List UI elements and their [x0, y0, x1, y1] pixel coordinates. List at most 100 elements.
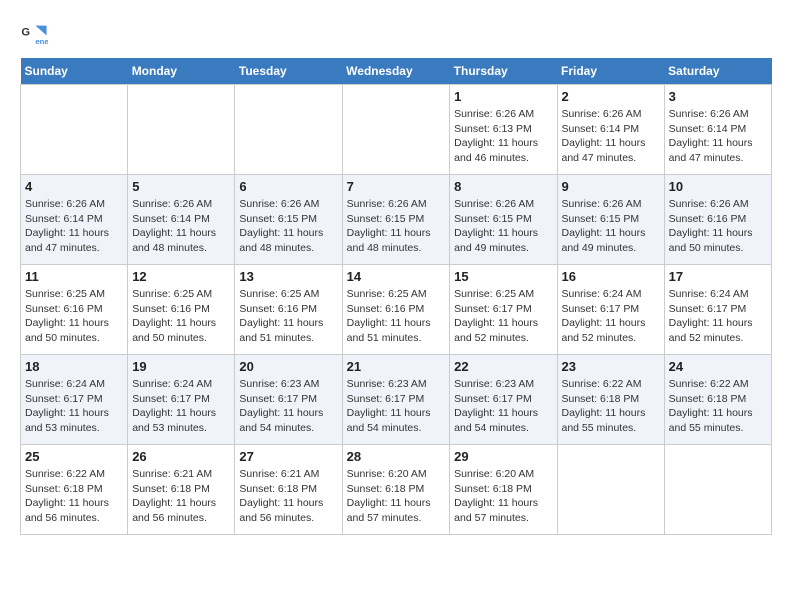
- calendar-cell: 4 Sunrise: 6:26 AM Sunset: 6:14 PM Daylig…: [21, 175, 128, 265]
- calendar-cell: [235, 85, 342, 175]
- calendar-cell: 15 Sunrise: 6:25 AM Sunset: 6:17 PM Dayli…: [450, 265, 557, 355]
- calendar-cell: 14 Sunrise: 6:25 AM Sunset: 6:16 PM Dayli…: [342, 265, 450, 355]
- day-number: 23: [562, 359, 660, 374]
- day-info: Sunrise: 6:21 AM Sunset: 6:18 PM Dayligh…: [239, 467, 337, 526]
- calendar-cell: 13 Sunrise: 6:25 AM Sunset: 6:16 PM Dayli…: [235, 265, 342, 355]
- day-info: Sunrise: 6:25 AM Sunset: 6:16 PM Dayligh…: [239, 287, 337, 346]
- page-header: G eneralBlue: [20, 20, 772, 48]
- header-sunday: Sunday: [21, 58, 128, 85]
- day-number: 24: [669, 359, 767, 374]
- day-number: 22: [454, 359, 552, 374]
- calendar-cell: 2 Sunrise: 6:26 AM Sunset: 6:14 PM Daylig…: [557, 85, 664, 175]
- day-info: Sunrise: 6:26 AM Sunset: 6:15 PM Dayligh…: [562, 197, 660, 256]
- day-number: 29: [454, 449, 552, 464]
- day-number: 20: [239, 359, 337, 374]
- calendar-cell: 5 Sunrise: 6:26 AM Sunset: 6:14 PM Daylig…: [128, 175, 235, 265]
- header-wednesday: Wednesday: [342, 58, 450, 85]
- calendar-week-5: 25 Sunrise: 6:22 AM Sunset: 6:18 PM Dayli…: [21, 445, 772, 535]
- logo: G eneralBlue: [20, 20, 52, 48]
- day-info: Sunrise: 6:26 AM Sunset: 6:13 PM Dayligh…: [454, 107, 552, 166]
- calendar-cell: 29 Sunrise: 6:20 AM Sunset: 6:18 PM Dayli…: [450, 445, 557, 535]
- header-monday: Monday: [128, 58, 235, 85]
- day-number: 6: [239, 179, 337, 194]
- day-info: Sunrise: 6:26 AM Sunset: 6:15 PM Dayligh…: [347, 197, 446, 256]
- calendar-cell: 3Sunrise: 6:26 AM Sunset: 6:14 PM Daylig…: [664, 85, 771, 175]
- calendar-cell: 20 Sunrise: 6:23 AM Sunset: 6:17 PM Dayli…: [235, 355, 342, 445]
- day-number: 21: [347, 359, 446, 374]
- calendar-cell: 9 Sunrise: 6:26 AM Sunset: 6:15 PM Daylig…: [557, 175, 664, 265]
- calendar-cell: 24 Sunrise: 6:22 AM Sunset: 6:18 PM Dayli…: [664, 355, 771, 445]
- day-info: Sunrise: 6:24 AM Sunset: 6:17 PM Dayligh…: [132, 377, 230, 436]
- calendar-table: SundayMondayTuesdayWednesdayThursdayFrid…: [20, 58, 772, 535]
- calendar-cell: 28 Sunrise: 6:20 AM Sunset: 6:18 PM Dayli…: [342, 445, 450, 535]
- day-info: Sunrise: 6:24 AM Sunset: 6:17 PM Dayligh…: [25, 377, 123, 436]
- day-number: 8: [454, 179, 552, 194]
- day-number: 5: [132, 179, 230, 194]
- day-number: 15: [454, 269, 552, 284]
- header-thursday: Thursday: [450, 58, 557, 85]
- calendar-cell: 19 Sunrise: 6:24 AM Sunset: 6:17 PM Dayli…: [128, 355, 235, 445]
- day-number: 14: [347, 269, 446, 284]
- calendar-cell: 18 Sunrise: 6:24 AM Sunset: 6:17 PM Dayli…: [21, 355, 128, 445]
- day-number: 7: [347, 179, 446, 194]
- day-info: Sunrise: 6:22 AM Sunset: 6:18 PM Dayligh…: [562, 377, 660, 436]
- day-number: 12: [132, 269, 230, 284]
- header-tuesday: Tuesday: [235, 58, 342, 85]
- calendar-cell: 23 Sunrise: 6:22 AM Sunset: 6:18 PM Dayli…: [557, 355, 664, 445]
- day-info: Sunrise: 6:24 AM Sunset: 6:17 PM Dayligh…: [562, 287, 660, 346]
- day-info: Sunrise: 6:23 AM Sunset: 6:17 PM Dayligh…: [454, 377, 552, 436]
- calendar-cell: 12 Sunrise: 6:25 AM Sunset: 6:16 PM Dayli…: [128, 265, 235, 355]
- day-number: 27: [239, 449, 337, 464]
- calendar-header-row: SundayMondayTuesdayWednesdayThursdayFrid…: [21, 58, 772, 85]
- calendar-cell: [557, 445, 664, 535]
- day-number: 11: [25, 269, 123, 284]
- day-info: Sunrise: 6:23 AM Sunset: 6:17 PM Dayligh…: [347, 377, 446, 436]
- calendar-cell: 6Sunrise: 6:26 AM Sunset: 6:15 PM Daylig…: [235, 175, 342, 265]
- day-number: 16: [562, 269, 660, 284]
- day-info: Sunrise: 6:20 AM Sunset: 6:18 PM Dayligh…: [454, 467, 552, 526]
- calendar-cell: 22 Sunrise: 6:23 AM Sunset: 6:17 PM Dayli…: [450, 355, 557, 445]
- calendar-cell: 27 Sunrise: 6:21 AM Sunset: 6:18 PM Dayli…: [235, 445, 342, 535]
- day-info: Sunrise: 6:26 AM Sunset: 6:14 PM Dayligh…: [562, 107, 660, 166]
- day-number: 28: [347, 449, 446, 464]
- calendar-cell: 26Sunrise: 6:21 AM Sunset: 6:18 PM Dayli…: [128, 445, 235, 535]
- day-info: Sunrise: 6:25 AM Sunset: 6:16 PM Dayligh…: [132, 287, 230, 346]
- day-number: 26: [132, 449, 230, 464]
- day-info: Sunrise: 6:26 AM Sunset: 6:14 PM Dayligh…: [132, 197, 230, 256]
- day-info: Sunrise: 6:26 AM Sunset: 6:15 PM Dayligh…: [454, 197, 552, 256]
- calendar-week-2: 4 Sunrise: 6:26 AM Sunset: 6:14 PM Daylig…: [21, 175, 772, 265]
- day-info: Sunrise: 6:25 AM Sunset: 6:16 PM Dayligh…: [25, 287, 123, 346]
- day-number: 18: [25, 359, 123, 374]
- day-info: Sunrise: 6:20 AM Sunset: 6:18 PM Dayligh…: [347, 467, 446, 526]
- day-info: Sunrise: 6:23 AM Sunset: 6:17 PM Dayligh…: [239, 377, 337, 436]
- calendar-cell: 10Sunrise: 6:26 AM Sunset: 6:16 PM Dayli…: [664, 175, 771, 265]
- day-number: 13: [239, 269, 337, 284]
- day-info: Sunrise: 6:25 AM Sunset: 6:17 PM Dayligh…: [454, 287, 552, 346]
- day-info: Sunrise: 6:25 AM Sunset: 6:16 PM Dayligh…: [347, 287, 446, 346]
- svg-text:G: G: [21, 26, 30, 38]
- day-number: 9: [562, 179, 660, 194]
- calendar-cell: 21 Sunrise: 6:23 AM Sunset: 6:17 PM Dayli…: [342, 355, 450, 445]
- calendar-cell: 1Sunrise: 6:26 AM Sunset: 6:13 PM Daylig…: [450, 85, 557, 175]
- calendar-cell: [21, 85, 128, 175]
- calendar-cell: 17Sunrise: 6:24 AM Sunset: 6:17 PM Dayli…: [664, 265, 771, 355]
- day-number: 19: [132, 359, 230, 374]
- day-info: Sunrise: 6:24 AM Sunset: 6:17 PM Dayligh…: [669, 287, 767, 346]
- day-number: 4: [25, 179, 123, 194]
- calendar-cell: [128, 85, 235, 175]
- calendar-cell: 16 Sunrise: 6:24 AM Sunset: 6:17 PM Dayli…: [557, 265, 664, 355]
- day-number: 25: [25, 449, 123, 464]
- day-info: Sunrise: 6:22 AM Sunset: 6:18 PM Dayligh…: [25, 467, 123, 526]
- calendar-cell: 25 Sunrise: 6:22 AM Sunset: 6:18 PM Dayli…: [21, 445, 128, 535]
- header-friday: Friday: [557, 58, 664, 85]
- calendar-week-1: 1Sunrise: 6:26 AM Sunset: 6:13 PM Daylig…: [21, 85, 772, 175]
- calendar-week-4: 18 Sunrise: 6:24 AM Sunset: 6:17 PM Dayli…: [21, 355, 772, 445]
- day-info: Sunrise: 6:26 AM Sunset: 6:14 PM Dayligh…: [25, 197, 123, 256]
- calendar-week-3: 11 Sunrise: 6:25 AM Sunset: 6:16 PM Dayli…: [21, 265, 772, 355]
- day-info: Sunrise: 6:22 AM Sunset: 6:18 PM Dayligh…: [669, 377, 767, 436]
- logo-icon: G eneralBlue: [20, 20, 48, 48]
- calendar-cell: 11 Sunrise: 6:25 AM Sunset: 6:16 PM Dayli…: [21, 265, 128, 355]
- calendar-cell: 7 Sunrise: 6:26 AM Sunset: 6:15 PM Daylig…: [342, 175, 450, 265]
- day-number: 2: [562, 89, 660, 104]
- day-number: 10: [669, 179, 767, 194]
